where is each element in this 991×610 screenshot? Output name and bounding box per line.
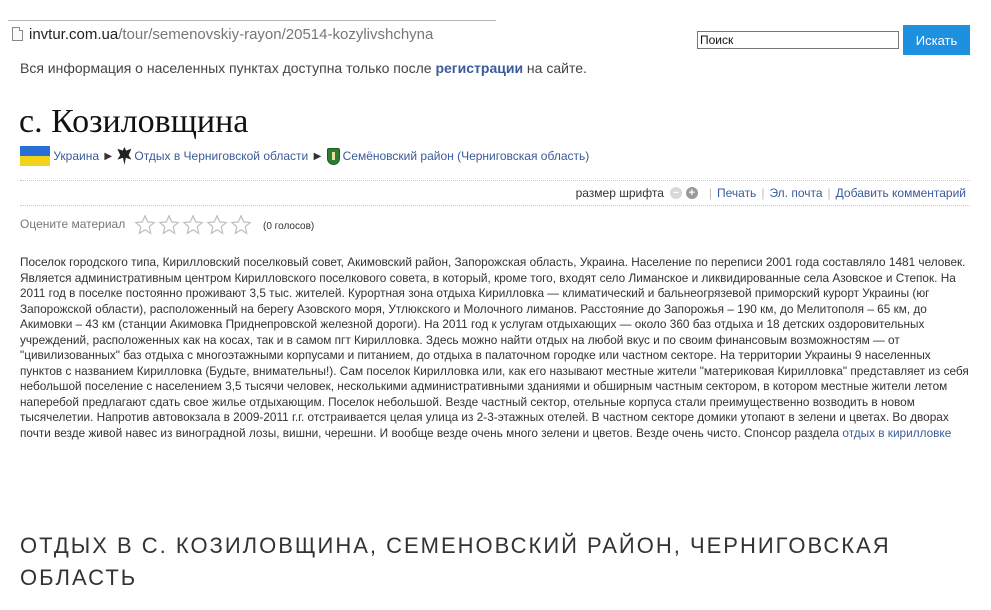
breadcrumb-item-ukraine[interactable]: Украина [53, 149, 99, 163]
article-tools: размер шрифта − + | Печать | Эл. почта | Добавит… [20, 185, 966, 203]
star-3-icon[interactable] [182, 214, 204, 236]
article-text: Поселок городского типа, Кирилловский по… [20, 255, 969, 441]
tools-separator: | [708, 185, 712, 200]
article-body: Поселок городского типа, Кирилловский по… [20, 255, 972, 442]
font-size-label: размер шрифта [575, 185, 664, 200]
star-5-icon[interactable] [230, 214, 252, 236]
url-host: invtur.com.ua [29, 26, 119, 43]
breadcrumb-item-chernihiv-region[interactable]: Отдых в Черниговской области [134, 149, 308, 163]
print-link[interactable]: Печать [717, 186, 756, 200]
votes-count: (0 голосов) [263, 221, 315, 232]
tools-separator: | [827, 185, 831, 200]
add-comment-link[interactable]: Добавить комментарий [836, 186, 966, 200]
chernihiv-crest-icon [117, 147, 132, 165]
star-4-icon[interactable] [206, 214, 228, 236]
breadcrumb: Украина ▶ Отдых в Черниговской области ▶… [20, 146, 589, 166]
email-link[interactable]: Эл. почта [769, 186, 822, 200]
page-title: с. Козиловщина [19, 103, 249, 140]
notice-text-before: Вся информация о населенных пунктах дост… [20, 60, 436, 76]
rating-stars [134, 214, 254, 236]
tools-separator: | [761, 185, 765, 200]
breadcrumb-separator-icon: ▶ [313, 150, 322, 162]
sponsor-link[interactable]: отдых в кирилловке [842, 426, 951, 440]
search-input[interactable] [697, 31, 899, 49]
address-bar[interactable]: invtur.com.ua/tour/semenovskiy-rayon/205… [8, 20, 496, 45]
font-increase-icon[interactable]: + [685, 186, 698, 199]
notice-text-after: на сайте. [523, 60, 587, 76]
breadcrumb-separator-icon: ▶ [104, 150, 113, 162]
url-text[interactable]: invtur.com.ua/tour/semenovskiy-rayon/205… [29, 26, 433, 43]
star-1-icon[interactable] [134, 214, 156, 236]
divider [20, 180, 970, 181]
rating-label: Оцените материал [20, 217, 126, 231]
page-icon [12, 27, 23, 41]
divider [20, 205, 970, 206]
url-path: /tour/semenovskiy-rayon/20514-kozylivshc… [118, 26, 434, 43]
semenivka-crest-icon [326, 147, 340, 165]
registration-notice: Вся информация о населенных пунктах дост… [20, 60, 587, 76]
search-button[interactable]: Искать [903, 25, 970, 55]
star-2-icon[interactable] [158, 214, 180, 236]
registration-link[interactable]: регистрации [435, 60, 523, 76]
section-heading: Отдых в с. Козиловщина, Семеновский райо… [20, 533, 891, 590]
breadcrumb-item-semenovskiy-district[interactable]: Семёновский район (Черниговская область) [343, 149, 590, 163]
font-decrease-icon[interactable]: − [669, 186, 682, 199]
ukraine-flag-icon [20, 146, 50, 166]
